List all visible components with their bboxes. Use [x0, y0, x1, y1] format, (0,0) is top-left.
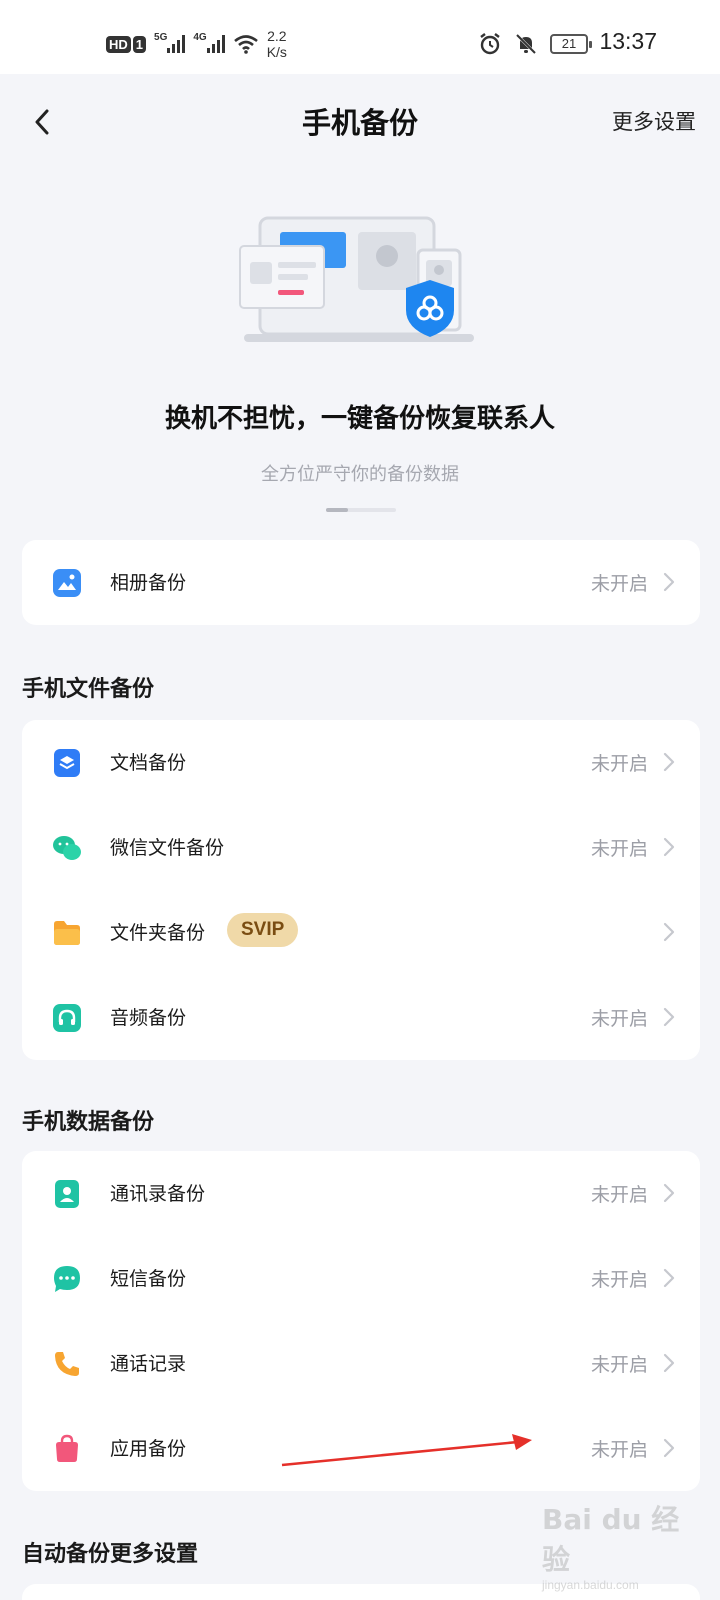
audio-backup-status: 未开启	[590, 1008, 648, 1030]
data-backup-section-title: 手机数据备份	[22, 1110, 155, 1135]
chevron-right-icon	[663, 837, 675, 857]
album-icon	[53, 569, 81, 597]
folder-backup-row[interactable]: 文件夹备份 SVIP	[22, 890, 700, 975]
sms-icon	[54, 1266, 80, 1292]
app-backup-status: 未开启	[590, 1439, 648, 1461]
album-card: 相册备份 未开启	[22, 540, 700, 625]
network-speed: 2.2 K/s	[267, 28, 287, 60]
more-settings-button[interactable]: 更多设置	[612, 106, 696, 136]
album-backup-status: 未开启	[590, 573, 648, 595]
album-backup-label: 相册备份	[110, 572, 187, 594]
contacts-backup-row[interactable]: 通讯录备份 未开启	[22, 1151, 700, 1236]
document-icon	[54, 749, 80, 777]
backup-illustration	[239, 216, 474, 342]
watermark-text: Bai du 经验	[542, 1503, 680, 1576]
audio-backup-label: 音频备份	[110, 1007, 187, 1029]
chevron-right-icon	[663, 1353, 675, 1373]
call-log-status: 未开启	[590, 1354, 648, 1376]
sms-backup-label: 短信备份	[110, 1268, 187, 1290]
battery-icon: 21	[550, 34, 592, 54]
baidu-watermark: Bai du 经验 jingyan.baidu.com	[542, 1498, 692, 1592]
app-bag-icon	[56, 1434, 78, 1462]
file-backup-section-title: 手机文件备份	[22, 677, 155, 702]
chevron-right-icon	[663, 1438, 675, 1458]
document-backup-row[interactable]: 文档备份 未开启	[22, 720, 700, 805]
sms-backup-row[interactable]: 短信备份 未开启	[22, 1236, 700, 1321]
hero-subtitle: 全方位严守你的备份数据	[261, 464, 459, 485]
network-5g-label: 5G	[154, 31, 168, 43]
nav-bar: 手机备份 更多设置	[0, 74, 720, 170]
wechat-file-backup-status: 未开启	[590, 838, 648, 860]
speed-unit: K/s	[266, 44, 287, 60]
alarm-icon	[480, 33, 500, 55]
carousel-indicator	[326, 508, 396, 512]
document-backup-status: 未开启	[590, 753, 648, 775]
network-4g-label: 4G	[193, 31, 207, 43]
album-backup-row[interactable]: 相册备份 未开启	[22, 540, 700, 625]
status-time: 13:37	[599, 28, 657, 54]
folder-icon	[54, 921, 80, 945]
contacts-backup-label: 通讯录备份	[110, 1183, 206, 1205]
contacts-icon	[55, 1180, 79, 1208]
folder-backup-label: 文件夹备份	[110, 922, 206, 944]
app-backup-label: 应用备份	[110, 1438, 187, 1460]
call-log-label: 通话记录	[110, 1353, 187, 1375]
status-bar: HD 1 5G 4G 2.2 K/s 21 13:37	[0, 0, 720, 74]
audio-backup-row[interactable]: 音频备份 未开启	[22, 975, 700, 1060]
carousel-indicator-active	[326, 508, 348, 512]
contacts-backup-status: 未开启	[590, 1184, 648, 1206]
wechat-file-backup-label: 微信文件备份	[110, 837, 225, 859]
chevron-right-icon	[663, 1183, 675, 1203]
watermark-url: jingyan.baidu.com	[542, 1578, 639, 1592]
wechat-file-backup-row[interactable]: 微信文件备份 未开启	[22, 805, 700, 890]
speed-value: 2.2	[267, 28, 287, 44]
chevron-right-icon	[663, 572, 675, 592]
signal-bars-icon	[167, 35, 186, 53]
wifi-icon	[233, 35, 258, 54]
chevron-right-icon	[663, 1268, 675, 1288]
svip-badge: SVIP	[227, 913, 299, 947]
headphones-icon	[53, 1004, 81, 1032]
bell-muted-icon	[515, 33, 537, 55]
chevron-right-icon	[663, 752, 675, 772]
status-right: 21	[478, 30, 592, 58]
call-log-row[interactable]: 通话记录 未开启	[22, 1321, 700, 1406]
phone-icon	[55, 1352, 79, 1376]
hero-title: 换机不担忧，一键备份恢复联系人	[164, 404, 555, 434]
sim-badge: 1	[132, 35, 147, 53]
wechat-icon	[53, 836, 81, 860]
file-backup-card: 文档备份 未开启 微信文件备份 未开启 文件夹备份 SVIP 音频备份 未开启	[22, 720, 700, 1060]
chevron-right-icon	[663, 922, 675, 942]
status-left: HD 1 5G 4G 2.2 K/s	[106, 28, 287, 60]
auto-backup-section-title: 自动备份更多设置	[22, 1542, 199, 1567]
annotation-arrow	[281, 1434, 532, 1467]
document-backup-label: 文档备份	[110, 752, 187, 774]
chevron-right-icon	[663, 1007, 675, 1027]
sms-backup-status: 未开启	[590, 1269, 648, 1291]
signal-bars-icon-2	[206, 35, 225, 53]
hd-badge: HD	[106, 35, 131, 53]
